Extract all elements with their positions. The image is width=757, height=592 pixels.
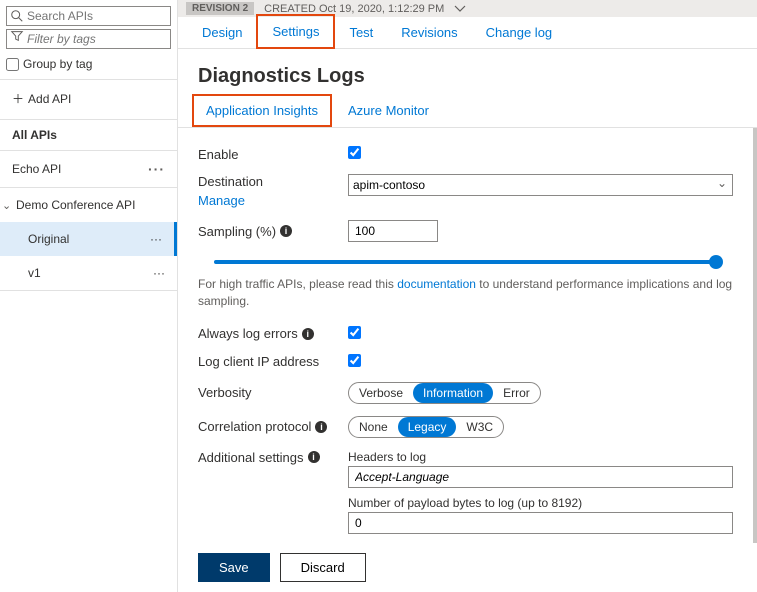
scrollbar[interactable] [753,128,757,543]
correlation-legacy[interactable]: Legacy [398,417,457,437]
verbosity-information[interactable]: Information [413,383,493,403]
search-icon [10,9,24,23]
plus-icon: ＋ [12,90,24,107]
main: REVISION 2 CREATED Oct 19, 2020, 1:12:29… [178,0,757,592]
info-icon[interactable]: i [280,225,292,237]
tab-test[interactable]: Test [335,17,387,48]
verbosity-label: Verbosity [198,385,348,400]
more-icon[interactable]: ··· [153,266,165,280]
info-icon[interactable]: i [315,421,327,433]
more-icon[interactable]: ··· [150,232,162,246]
api-item-echo[interactable]: Echo API ··· [0,151,177,187]
api-sub-v1[interactable]: v1 ··· [0,256,177,290]
additional-label: Additional settings [198,450,304,465]
tab-design[interactable]: Design [188,17,256,48]
discard-button[interactable]: Discard [280,553,366,582]
group-by-label: Group by tag [23,57,92,71]
tabs: Design Settings Test Revisions Change lo… [178,17,757,49]
help-text: For high traffic APIs, please read this … [198,268,733,320]
verbosity-group: Verbose Information Error [348,382,541,404]
tab-settings[interactable]: Settings [256,14,335,49]
revision-badge: REVISION 2 [186,2,254,15]
correlation-group: None Legacy W3C [348,416,504,438]
subtab-azuremonitor[interactable]: Azure Monitor [336,96,441,125]
enable-checkbox[interactable] [348,146,361,159]
tab-changelog[interactable]: Change log [472,17,567,48]
sampling-slider[interactable] [214,260,717,264]
save-button[interactable]: Save [198,553,270,582]
payload-label: Number of payload bytes to log (up to 81… [348,496,733,510]
button-bar: Save Discard [178,543,757,592]
group-by-checkbox[interactable] [6,58,19,71]
add-api-button[interactable]: ＋ Add API [0,80,177,119]
info-icon[interactable]: i [302,328,314,340]
enable-label: Enable [198,147,348,162]
api-sub-original[interactable]: Original ··· [0,222,177,256]
verbosity-error[interactable]: Error [493,383,540,403]
sampling-label: Sampling (%) [198,224,276,239]
correlation-label: Correlation protocol [198,419,311,434]
slider-thumb[interactable] [709,255,723,269]
headers-label: Headers to log [348,450,733,464]
page-title: Diagnostics Logs [178,49,757,94]
manage-link[interactable]: Manage [198,193,245,208]
correlation-none[interactable]: None [349,417,398,437]
tab-revisions[interactable]: Revisions [387,17,471,48]
filter-icon [10,29,24,43]
destination-select[interactable]: apim-contoso [348,174,733,196]
form: Enable Destination Manage apim-contoso S… [178,128,753,543]
sidebar: Group by tag ＋ Add API All APIs Echo API… [0,0,178,592]
search-input[interactable] [6,6,171,26]
more-icon[interactable]: ··· [148,161,165,177]
headers-input[interactable] [348,466,733,488]
filter-input[interactable] [6,29,171,49]
payload-input[interactable] [348,512,733,534]
verbosity-verbose[interactable]: Verbose [349,383,413,403]
info-icon[interactable]: i [308,451,320,463]
sampling-input[interactable] [348,220,438,242]
advanced-options-link[interactable]: Advanced Options [348,534,733,543]
subtabs: Application Insights Azure Monitor [178,94,757,128]
api-item-demo-conference[interactable]: Demo Conference API [0,188,177,222]
log-ip-label: Log client IP address [198,354,319,369]
created-label: CREATED Oct 19, 2020, 1:12:29 PM [264,3,444,15]
correlation-w3c[interactable]: W3C [456,417,503,437]
always-log-checkbox[interactable] [348,326,361,339]
always-log-label: Always log errors [198,326,298,341]
documentation-link[interactable]: documentation [397,277,476,291]
all-apis-link[interactable]: All APIs [0,120,177,150]
subtab-appinsights[interactable]: Application Insights [192,94,332,127]
chevron-down-icon[interactable] [454,4,466,14]
destination-label: Destination [198,174,263,189]
log-ip-checkbox[interactable] [348,354,361,367]
